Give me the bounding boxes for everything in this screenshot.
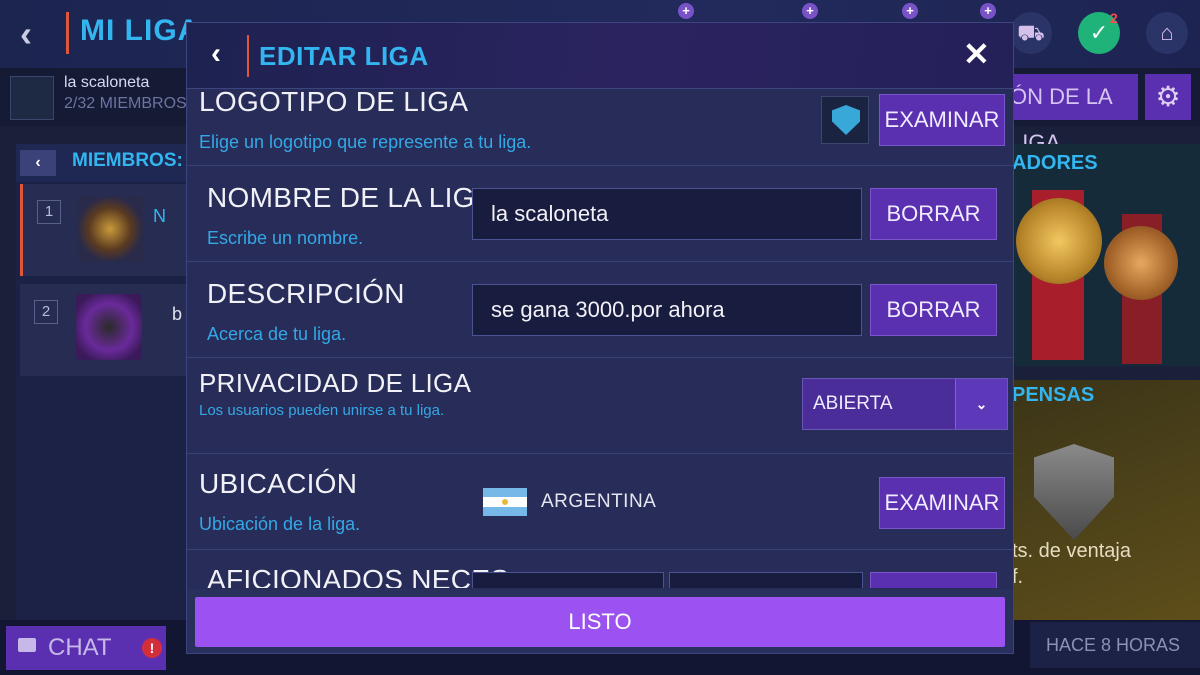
dialog-back-icon[interactable]: ‹ <box>211 37 221 71</box>
tasks-badge: 2 <box>1110 10 1118 26</box>
member-avatar <box>77 196 143 262</box>
league-name: la scaloneta <box>64 74 150 91</box>
dialog-body[interactable]: LOGOTIPO DE LIGA Elige un logotipo que r… <box>187 90 1013 588</box>
rewards-panel <box>1012 144 1200 366</box>
logo-section: LOGOTIPO DE LIGA Elige un logotipo que r… <box>187 90 1013 166</box>
name-section: NOMBRE DE LA LIGA Escribe un nombre. la … <box>187 166 1013 262</box>
league-name-input[interactable]: la scaloneta <box>472 188 862 240</box>
edit-league-dialog: ‹ EDITAR LIGA ✕ LOGOTIPO DE LIGA Elige u… <box>186 22 1014 654</box>
location-section: UBICACIÓN Ubicación de la liga. ARGENTIN… <box>187 454 1013 550</box>
dialog-title: EDITAR LIGA <box>259 41 429 71</box>
background-back-icon[interactable]: ‹ <box>20 14 50 54</box>
done-button[interactable]: LISTO <box>195 597 1005 647</box>
clear-description-button[interactable]: BORRAR <box>870 284 997 336</box>
description-section-title: DESCRIPCIÓN <box>207 278 405 309</box>
reward-description: ts. de ventaja f. <box>1012 538 1131 590</box>
name-section-subtitle: Escribe un nombre. <box>207 228 364 248</box>
members-title: MIEMBROS: <box>72 150 183 171</box>
dialog-header: ‹ EDITAR LIGA ✕ <box>187 23 1013 89</box>
home-icon[interactable]: ⌂ <box>1146 12 1188 54</box>
location-country: ARGENTINA <box>541 491 657 512</box>
member-row[interactable]: 2 b <box>20 284 192 376</box>
right-panel2-title: PENSAS <box>1012 384 1095 406</box>
privacy-section: PRIVACIDAD DE LIGA Los usuarios pueden u… <box>187 358 1013 454</box>
member-avatar <box>76 294 142 360</box>
shield-icon <box>1034 444 1114 540</box>
member-rank: 1 <box>37 200 61 224</box>
chat-alert-icon: ! <box>142 638 162 658</box>
dialog-title-divider <box>247 35 249 77</box>
gold-medal-icon <box>1016 198 1102 284</box>
logo-section-title: LOGOTIPO DE LIGA <box>199 90 469 117</box>
member-row[interactable]: 1 N <box>20 184 192 276</box>
plus-icon[interactable]: + <box>802 3 818 19</box>
location-section-title: UBICACIÓN <box>199 468 358 499</box>
dialog-footer: LISTO <box>187 589 1013 653</box>
bronze-medal-icon <box>1104 226 1178 300</box>
reward-description-line: f. <box>1012 566 1024 588</box>
description-section: DESCRIPCIÓN Acerca de tu liga. se gana 3… <box>187 262 1013 358</box>
members-back-icon[interactable]: ‹ <box>20 150 56 176</box>
privacy-section-subtitle: Los usuarios pueden unirse a tu liga. <box>199 402 445 419</box>
privacy-select-value: ABIERTA <box>813 393 893 414</box>
plus-icon[interactable]: + <box>902 3 918 19</box>
league-logo <box>10 76 54 120</box>
privacy-section-title: PRIVACIDAD DE LIGA <box>199 368 472 398</box>
plus-icon[interactable]: + <box>678 3 694 19</box>
plus-icon[interactable]: + <box>980 3 996 19</box>
privacy-select[interactable]: ABIERTA ⌄ <box>802 378 1008 430</box>
member-rank: 2 <box>34 300 58 324</box>
shield-icon <box>832 105 860 135</box>
close-icon[interactable]: ✕ <box>963 35 990 73</box>
member-name: b <box>172 304 183 324</box>
right-panel-title: ADORES <box>1012 152 1098 174</box>
fans-input[interactable] <box>472 572 664 588</box>
league-description-input[interactable]: se gana 3000.por ahora <box>472 284 862 336</box>
member-name: N <box>153 206 166 226</box>
name-section-title: NOMBRE DE LA LIGA <box>207 182 494 213</box>
fans-section: AFICIONADOS NECES <box>187 550 1013 588</box>
last-updated-label: HACE 8 HORAS <box>1030 622 1200 668</box>
cart-icon[interactable]: ⛟ <box>1010 12 1052 54</box>
reward-description-line: ts. de ventaja <box>1012 540 1131 562</box>
fans-section-title: AFICIONADOS NECES <box>207 564 510 588</box>
logo-section-subtitle: Elige un logotipo que represente a tu li… <box>199 132 532 152</box>
description-section-subtitle: Acerca de tu liga. <box>207 324 347 344</box>
chevron-down-icon[interactable]: ⌄ <box>955 379 1007 429</box>
location-browse-button[interactable]: EXAMINAR <box>879 477 1005 529</box>
league-logo-thumbnail <box>821 96 869 144</box>
clear-fans-button[interactable] <box>870 572 997 588</box>
background-title-divider <box>66 12 69 54</box>
fans-input[interactable] <box>669 572 863 588</box>
logo-browse-button[interactable]: EXAMINAR <box>879 94 1005 146</box>
chat-bubble-icon <box>18 638 36 652</box>
league-management-button[interactable]: ÓN DE LA LIGA <box>1000 74 1138 155</box>
clear-name-button[interactable]: BORRAR <box>870 188 997 240</box>
gear-icon[interactable]: ⚙ <box>1145 74 1191 120</box>
location-section-subtitle: Ubicación de la liga. <box>199 514 361 534</box>
league-members-count: 2/32 MIEMBROS <box>64 95 187 112</box>
argentina-flag-icon <box>483 488 527 516</box>
background-page-title: MI LIGA <box>80 14 201 47</box>
